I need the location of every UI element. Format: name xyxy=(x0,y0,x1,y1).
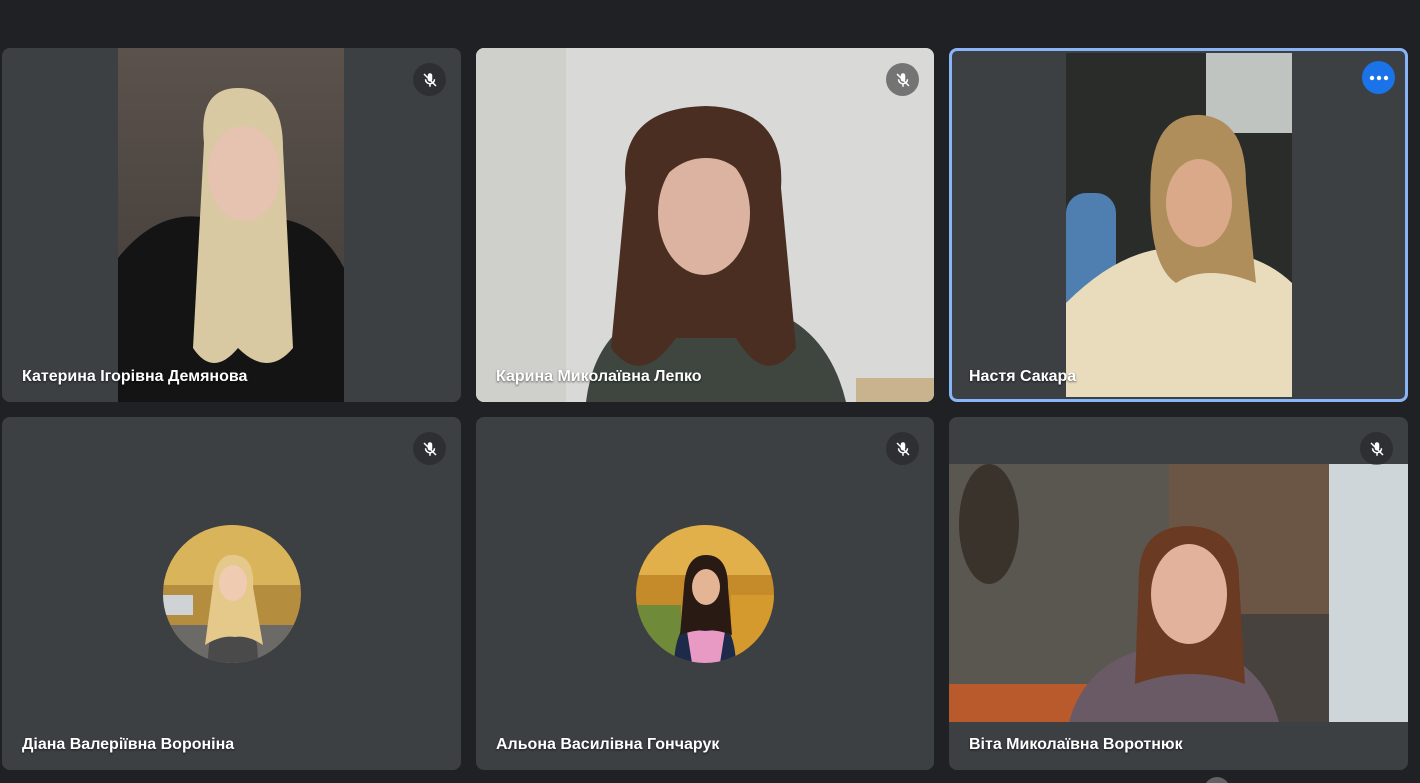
participant-name: Катерина Ігорівна Демянова xyxy=(22,368,248,385)
avatar xyxy=(162,524,301,663)
participant-name: Настя Сакара xyxy=(969,368,1077,385)
participant-tile-6[interactable]: Віта Миколаївна Воротнюк xyxy=(949,417,1408,770)
participant-video-6 xyxy=(949,464,1408,722)
participant-video-1 xyxy=(118,48,344,402)
meeting-grid: Катерина Ігорівна Демянова Карина Микола… xyxy=(0,0,1420,783)
participant-name: Віта Миколаївна Воротнюк xyxy=(969,736,1183,753)
mic-off-icon xyxy=(413,432,446,465)
mic-off-icon xyxy=(886,63,919,96)
participant-tile-4[interactable]: Діана Валеріївна Вороніна xyxy=(2,417,461,770)
participant-tile-3[interactable]: Настя Сакара xyxy=(949,48,1408,402)
participant-tile-2[interactable]: Карина Миколаївна Лепко xyxy=(476,48,934,402)
mic-off-icon xyxy=(413,63,446,96)
participant-name: Альона Василівна Гончарук xyxy=(496,736,720,753)
more-options-icon[interactable] xyxy=(1362,61,1395,94)
participant-tile-1[interactable]: Катерина Ігорівна Демянова xyxy=(2,48,461,402)
participant-video-2 xyxy=(476,48,934,402)
control-button[interactable] xyxy=(1204,777,1230,783)
mic-off-icon xyxy=(1360,432,1393,465)
participant-name: Карина Миколаївна Лепко xyxy=(496,368,702,385)
participant-video-3 xyxy=(1066,53,1292,397)
participant-tile-5[interactable]: Альона Василівна Гончарук xyxy=(476,417,934,770)
avatar xyxy=(636,524,774,663)
mic-off-icon xyxy=(886,432,919,465)
participant-name: Діана Валеріївна Вороніна xyxy=(22,736,235,753)
